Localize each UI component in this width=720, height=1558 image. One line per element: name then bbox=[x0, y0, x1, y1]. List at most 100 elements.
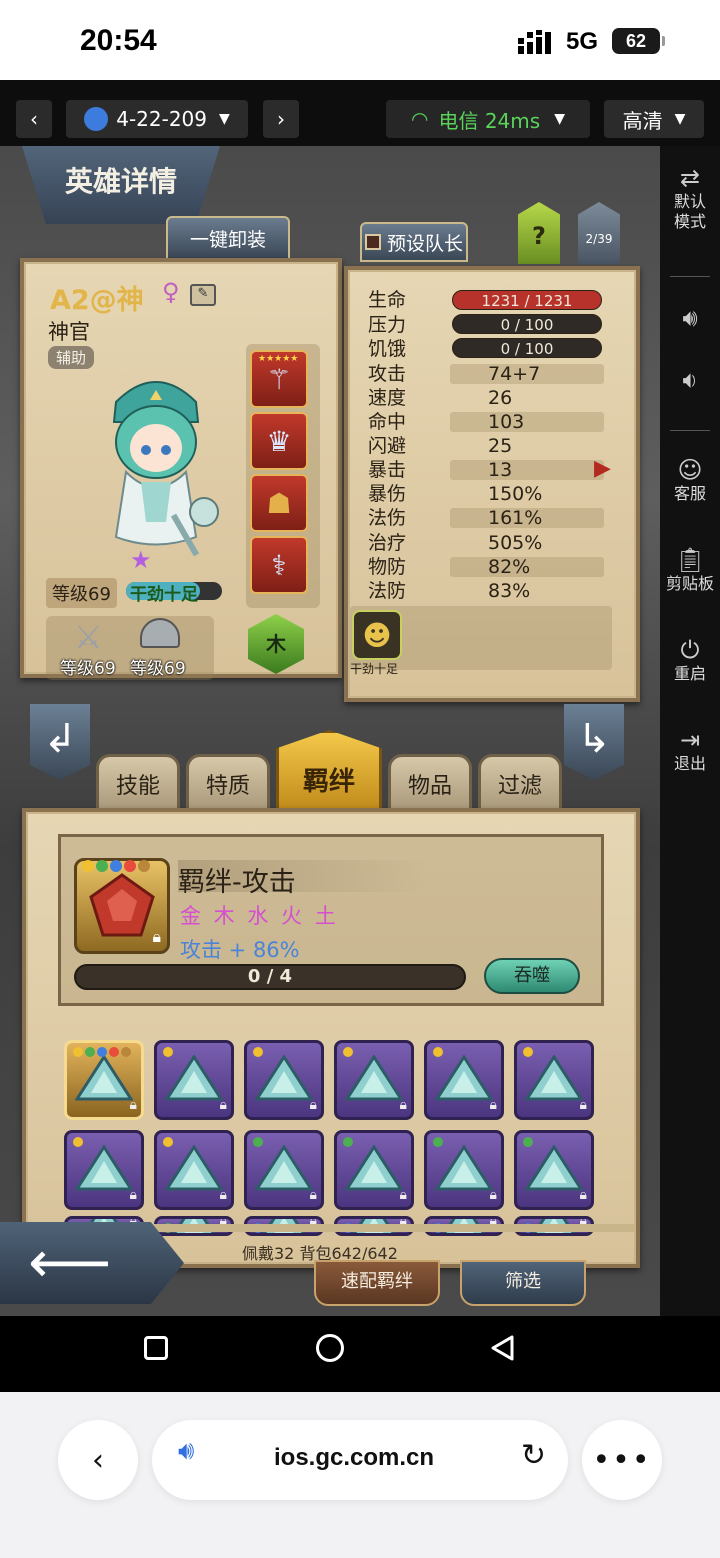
hood-icon: ☗ bbox=[266, 486, 292, 520]
gem-slot[interactable]: 🔒︎ bbox=[64, 1040, 144, 1120]
caret-down-icon: ▼ bbox=[554, 111, 565, 127]
filter-button[interactable]: 筛选 bbox=[460, 1260, 586, 1306]
more-button[interactable]: ••• bbox=[582, 1420, 662, 1500]
gem-slot[interactable]: 🔒︎ bbox=[514, 1130, 594, 1210]
gem-slot[interactable]: 🔒︎ bbox=[334, 1040, 414, 1120]
gem-slot[interactable]: 🔒︎ bbox=[244, 1130, 324, 1210]
quick-bond-button[interactable]: 速配羁绊 bbox=[314, 1260, 440, 1306]
gem-slot[interactable]: 🔒︎ bbox=[514, 1040, 594, 1120]
weapon-level: 等级69 bbox=[60, 659, 116, 679]
expand-stats-icon[interactable]: ▶ bbox=[594, 456, 611, 481]
lock-icon: 🔒︎ bbox=[399, 1097, 407, 1113]
return-left-icon: ↲ bbox=[43, 716, 77, 762]
reload-icon[interactable]: ↻ bbox=[521, 1438, 546, 1473]
address-bar[interactable]: 🔊︎ ios.gc.com.cn ↻ bbox=[152, 1420, 568, 1500]
lock-icon: 🔒︎ bbox=[129, 1187, 137, 1203]
android-icon bbox=[84, 107, 109, 131]
tab-filter[interactable]: 过滤 bbox=[478, 754, 562, 814]
sword-icon[interactable]: ⚔ bbox=[74, 618, 103, 656]
quality-selector[interactable]: 高清 ▼ bbox=[604, 100, 704, 138]
next-device-button[interactable]: › bbox=[263, 100, 299, 138]
next-hero-button[interactable]: ↳ bbox=[564, 704, 624, 780]
stat-strip bbox=[450, 412, 604, 432]
clipboard-button[interactable]: 📋︎ 剪贴板 bbox=[660, 548, 720, 594]
equip-slot-hood[interactable]: ☗ bbox=[250, 474, 308, 532]
stat-label: 物防 bbox=[368, 556, 407, 578]
tab-items[interactable]: 物品 bbox=[388, 754, 472, 814]
lock-icon: 🔒︎ bbox=[579, 1097, 587, 1113]
speaker-icon: 🔊︎ bbox=[178, 1436, 195, 1466]
home-button[interactable] bbox=[316, 1334, 344, 1362]
prev-hero-button[interactable]: ↲ bbox=[30, 704, 90, 780]
equip-slot-wand[interactable]: ⚕ bbox=[250, 536, 308, 594]
lock-icon: 🔒︎ bbox=[399, 1187, 407, 1203]
caret-down-icon: ▼ bbox=[674, 111, 686, 127]
stat-label: 治疗 bbox=[368, 532, 407, 554]
armor-level: 等级69 bbox=[130, 659, 186, 679]
trait-label: 干劲十足 bbox=[130, 585, 198, 605]
network-type: 5G bbox=[566, 28, 599, 55]
hero-card: A2@神 ♀ ✎ 神官 辅助 ★ 等级69 干劲十足 ★★★★★⚚ ♛ ☗ ⚕ bbox=[20, 258, 342, 680]
stat-value: 161% bbox=[488, 507, 543, 529]
device-selector[interactable]: 4-22-209 ▼ bbox=[66, 100, 248, 138]
device-id: 4-22-209 bbox=[116, 107, 207, 131]
caret-down-icon: ▼ bbox=[219, 111, 230, 127]
browser-back-button[interactable]: ‹ bbox=[58, 1420, 138, 1500]
stat-value: 26 bbox=[488, 387, 513, 409]
crystal-gem-icon bbox=[255, 1145, 313, 1191]
dot-icon bbox=[82, 860, 94, 872]
dot-icon bbox=[253, 1047, 263, 1057]
bond-title: 羁绊-攻击 bbox=[178, 860, 428, 898]
more-icon: ••• bbox=[592, 1442, 652, 1478]
arrow-left-icon: ⟵ bbox=[28, 1228, 112, 1296]
lock-icon: 🔒︎ bbox=[152, 927, 161, 946]
volume-down-button[interactable]: 🔉︎ bbox=[660, 368, 720, 394]
prev-device-button[interactable]: ‹ bbox=[16, 100, 52, 138]
back-triangle-icon[interactable] bbox=[490, 1334, 516, 1362]
preset-captain-button[interactable]: 预设队长 bbox=[360, 222, 468, 262]
equip-slot-helmet[interactable]: ♛ bbox=[250, 412, 308, 470]
network-label: 电信 24ms bbox=[438, 108, 541, 133]
help-button[interactable]: ? bbox=[518, 202, 560, 264]
customer-service-button[interactable]: ☺ 客服 bbox=[660, 458, 720, 504]
edit-name-button[interactable]: ✎ bbox=[190, 284, 216, 306]
power-icon: ⏻ bbox=[680, 636, 700, 664]
dot-icon bbox=[343, 1137, 353, 1147]
crystal-gem-icon bbox=[525, 1055, 583, 1101]
tab-traits[interactable]: 特质 bbox=[186, 754, 270, 814]
gem-slot[interactable]: 🔒︎ bbox=[154, 1130, 234, 1210]
stat-value: 82% bbox=[488, 556, 531, 578]
stat-label: 法防 bbox=[368, 580, 407, 602]
bond-progress-bar: 0 / 4 bbox=[74, 964, 466, 990]
tab-bonds[interactable]: 羁绊 bbox=[276, 730, 382, 814]
android-nav-bar bbox=[0, 1316, 720, 1392]
restart-button[interactable]: ⏻ 重启 bbox=[660, 636, 720, 684]
equip-slot-staff[interactable]: ★★★★★ ⚚ bbox=[250, 350, 308, 408]
motivated-status-icon[interactable]: ☻ bbox=[352, 610, 402, 660]
default-mode-button[interactable]: ⇄ 默认模式 bbox=[660, 166, 720, 232]
gem-slot[interactable]: 🔒︎ bbox=[424, 1040, 504, 1120]
crystal-gem-icon bbox=[345, 1055, 403, 1101]
gem-slot[interactable]: 🔒︎ bbox=[244, 1040, 324, 1120]
bond-gem-slot[interactable]: 🔒︎ bbox=[74, 858, 170, 954]
gem-slot[interactable]: 🔒︎ bbox=[64, 1130, 144, 1210]
devour-button[interactable]: 吞噬 bbox=[484, 958, 580, 994]
dot-icon bbox=[433, 1137, 443, 1147]
volume-up-button[interactable]: 🔊︎ bbox=[660, 306, 720, 332]
tab-skills[interactable]: 技能 bbox=[96, 754, 180, 814]
gem-slot[interactable]: 🔒︎ bbox=[334, 1130, 414, 1210]
customer-service-label: 客服 bbox=[673, 484, 706, 503]
status-bar: 20:54 5G 62 bbox=[0, 0, 720, 80]
lock-icon: 🔒︎ bbox=[219, 1187, 227, 1203]
gem-slot[interactable]: 🔒︎ bbox=[424, 1130, 504, 1210]
chevron-left-icon: ‹ bbox=[30, 107, 38, 131]
wifi-icon: ◠ bbox=[411, 107, 429, 131]
staff-icon: ⚚ bbox=[266, 362, 292, 396]
exit-button[interactable]: ⇥ 退出 bbox=[660, 728, 720, 774]
unequip-all-button[interactable]: 一键卸装 bbox=[166, 216, 290, 260]
gem-slot[interactable]: 🔒︎ bbox=[154, 1040, 234, 1120]
back-button[interactable]: ⟵ bbox=[0, 1222, 184, 1304]
stat-label: 闪避 bbox=[368, 435, 407, 457]
recents-button[interactable] bbox=[144, 1336, 168, 1360]
network-selector[interactable]: ◠ 电信 24ms ▼ bbox=[386, 100, 590, 138]
